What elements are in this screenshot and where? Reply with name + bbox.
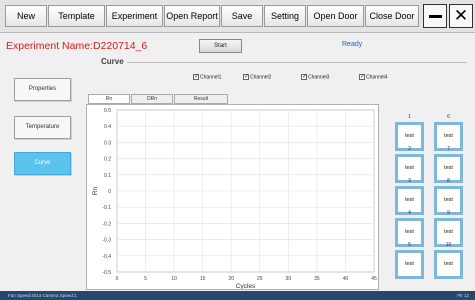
- y-tick-label: -0.3: [102, 238, 111, 244]
- checkbox-icon: ✓: [193, 74, 200, 80]
- x-tick-label: 45: [371, 276, 377, 282]
- checkbox-icon: ✓: [301, 74, 308, 80]
- x-tick-label: 10: [171, 276, 177, 282]
- minimize-icon[interactable]: [423, 4, 447, 28]
- rn-chart: 0 5 10 15 20 25 30 35 40 45 0.5 0.4 0.3 0.2 0.1 0 -0.1 -0…: [92, 108, 377, 289]
- well-5[interactable]: test: [395, 250, 424, 279]
- channel3-checkbox[interactable]: ✓Channel3: [301, 74, 329, 80]
- well-number-1: 1: [408, 114, 411, 120]
- sidebar-item-curve[interactable]: Curve: [14, 152, 71, 175]
- x-tick-label: 35: [314, 276, 320, 282]
- status-text: Ready: [342, 41, 363, 48]
- experiment-name: Experiment Name:D220714_6: [6, 40, 148, 52]
- toolbar: New Template Experiment Open Report Save…: [0, 0, 475, 33]
- open-door-button[interactable]: Open Door: [307, 5, 364, 27]
- y-tick-label: 0.2: [104, 157, 111, 163]
- y-tick-label: -0.2: [102, 221, 111, 227]
- well-number-10: 10: [445, 242, 452, 248]
- open-report-button[interactable]: Open Report: [164, 5, 220, 27]
- channel2-checkbox[interactable]: ✓Channel2: [243, 74, 271, 80]
- well-number-3: 3: [408, 178, 411, 184]
- tab-rn[interactable]: Rn: [88, 94, 130, 104]
- channel4-checkbox[interactable]: ✓Channel4: [359, 74, 387, 80]
- rn-chart-panel: 0 5 10 15 20 25 30 35 40 45 0.5 0.4 0.3 0.2 0.1 0 -0.1 -0…: [86, 104, 379, 290]
- y-tick-label: -0.1: [102, 205, 111, 211]
- x-tick-label: 20: [228, 276, 234, 282]
- statusbar-right-text: Plr 12: [457, 293, 469, 298]
- well-number-7: 7: [447, 146, 450, 152]
- save-button[interactable]: Save: [221, 5, 263, 27]
- well-10[interactable]: test: [434, 250, 463, 279]
- y-tick-label: -0.5: [102, 270, 111, 276]
- y-tick-label: 0.1: [104, 173, 111, 179]
- y-tick-label: 0.4: [104, 124, 111, 130]
- setting-button[interactable]: Setting: [264, 5, 306, 27]
- tab-result[interactable]: Result: [174, 94, 228, 104]
- well-number-2: 2: [408, 146, 411, 152]
- x-tick-label: 15: [200, 276, 206, 282]
- start-button[interactable]: Start: [199, 39, 242, 53]
- y-tick-label: 0.3: [104, 140, 111, 146]
- well-number-4: 4: [408, 210, 411, 216]
- y-tick-label: 0.5: [104, 108, 111, 114]
- well-number-5: 5: [408, 242, 411, 248]
- well-number-6: 6: [447, 114, 450, 120]
- close-door-button[interactable]: Close Door: [365, 5, 419, 27]
- section-divider: [127, 62, 467, 63]
- well-number-9: 9: [447, 210, 450, 216]
- sidebar-item-properties[interactable]: Properties: [14, 78, 71, 101]
- new-button[interactable]: New: [5, 5, 47, 27]
- y-tick-label: -0.4: [102, 254, 111, 260]
- experiment-button[interactable]: Experiment: [106, 5, 163, 27]
- checkbox-icon: ✓: [359, 74, 366, 80]
- channel1-checkbox[interactable]: ✓Channel1: [193, 74, 221, 80]
- sidebar-item-temperature[interactable]: Temperature: [14, 116, 71, 139]
- status-bar: Fan Speed:4014 Camera Speed:1 Plr 12: [0, 291, 475, 300]
- x-tick-label: 40: [343, 276, 349, 282]
- checkbox-icon: ✓: [243, 74, 250, 80]
- x-tick-label: 30: [286, 276, 292, 282]
- x-tick-label: 0: [116, 276, 119, 282]
- x-axis-label: Cycles: [236, 283, 256, 289]
- well-number-8: 8: [447, 178, 450, 184]
- statusbar-left-text: Fan Speed:4014 Camera Speed:1: [8, 293, 77, 298]
- template-button[interactable]: Template: [48, 5, 105, 27]
- x-tick-label: 25: [257, 276, 263, 282]
- x-tick-label: 5: [144, 276, 147, 282]
- close-icon[interactable]: ✕: [449, 4, 473, 28]
- y-axis-label: Rn: [92, 186, 99, 195]
- tab-drn[interactable]: DRn: [131, 94, 173, 104]
- section-title: Curve: [101, 57, 124, 66]
- y-tick-label: 0: [108, 189, 111, 195]
